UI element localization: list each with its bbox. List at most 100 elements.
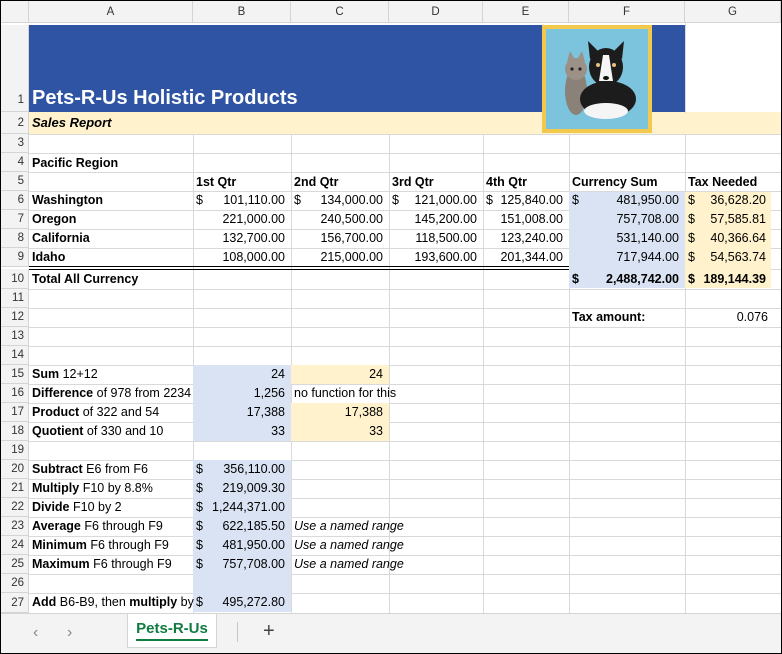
gridline-h (29, 153, 781, 154)
calc-label[interactable]: Quotient of 330 and 10 (29, 422, 166, 440)
value: 193,600.00 (414, 250, 477, 264)
value: 118,500.00 (415, 231, 477, 245)
state-name[interactable]: Idaho (29, 248, 68, 266)
row-header[interactable]: 17 (1, 403, 29, 422)
row-header[interactable]: 1 (1, 25, 29, 112)
row-header[interactable]: 18 (1, 422, 29, 441)
calc-label[interactable]: Maximum F6 through F9 (29, 555, 175, 573)
calc-label[interactable]: Difference of 978 from 2234 (29, 384, 194, 402)
row-header[interactable]: 6 (1, 191, 29, 210)
row-header[interactable]: 5 (1, 172, 29, 191)
calc-result-c[interactable]: 24 (291, 365, 389, 383)
dog-and-cat-icon (546, 29, 648, 129)
row-header[interactable]: 8 (1, 229, 29, 248)
calc-note[interactable]: Use a named range (291, 536, 407, 554)
value: 54,563.74 (710, 250, 766, 264)
row-header[interactable]: 12 (1, 308, 29, 327)
calc-note[interactable]: Use a named range (291, 517, 407, 535)
value: 121,000.00 (414, 193, 477, 207)
calc-label[interactable]: Average F6 through F9 (29, 517, 166, 535)
banner-subtitle[interactable]: Sales Report (29, 114, 114, 132)
chevron-left-icon[interactable]: ‹ (33, 624, 38, 642)
total-label[interactable]: Total All Currency (29, 270, 141, 288)
banner-title[interactable]: Pets-R-Us Holistic Products (29, 85, 301, 111)
chevron-right-icon[interactable]: › (67, 624, 72, 642)
calc-label[interactable]: Minimum F6 through F9 (29, 536, 172, 554)
header-tax-needed[interactable]: Tax Needed (685, 173, 760, 191)
pet-photo[interactable] (542, 25, 652, 133)
column-header-b[interactable]: B (193, 1, 291, 23)
calc-label-row27[interactable]: Add B6-B9, then multiply by (29, 593, 197, 611)
calc-desc: by (177, 595, 194, 609)
row-header[interactable]: 23 (1, 517, 29, 536)
state-name[interactable]: Washington (29, 191, 106, 209)
header-currency-sum[interactable]: Currency Sum (569, 173, 660, 191)
row-header[interactable]: 11 (1, 289, 29, 308)
column-header-f[interactable]: F (569, 1, 685, 23)
region-label[interactable]: Pacific Region (29, 154, 121, 172)
row-header[interactable]: 9 (1, 248, 29, 267)
row-header[interactable]: 16 (1, 384, 29, 403)
calc-desc: F6 through F9 (89, 557, 172, 571)
header-q3[interactable]: 3rd Qtr (389, 173, 437, 191)
row-header[interactable]: 3 (1, 134, 29, 153)
dollar-sign: $ (196, 519, 203, 533)
row-header[interactable]: 4 (1, 153, 29, 172)
calc-label[interactable]: Divide F10 by 2 (29, 498, 125, 516)
column-header-d[interactable]: D (389, 1, 483, 23)
tax-amount-label[interactable]: Tax amount: (569, 308, 648, 326)
state-label: California (32, 231, 90, 245)
calc-result-b[interactable]: 24 (193, 365, 291, 383)
gridline-h (29, 441, 781, 442)
header-q2[interactable]: 2nd Qtr (291, 173, 341, 191)
dollar-sign: $ (294, 193, 301, 207)
row-header[interactable]: 14 (1, 346, 29, 365)
header-q4[interactable]: 4th Qtr (483, 173, 530, 191)
row-header[interactable]: 26 (1, 574, 29, 593)
header-q1[interactable]: 1st Qtr (193, 173, 239, 191)
tax-amount-value[interactable]: 0.076 (685, 308, 771, 326)
gridline-h (29, 308, 781, 309)
row-header[interactable]: 27 (1, 593, 29, 613)
calc-note[interactable]: Use a named range (291, 555, 407, 573)
value: 481,950.00 (616, 193, 679, 207)
calc-label[interactable]: Subtract E6 from F6 (29, 460, 151, 478)
row-header[interactable]: 7 (1, 210, 29, 229)
dollar-sign: $ (196, 462, 203, 476)
row-header[interactable]: 24 (1, 536, 29, 555)
calc-result-c[interactable]: no function for this (291, 384, 396, 402)
dollar-sign: $ (196, 193, 203, 207)
column-header-a[interactable]: A (29, 1, 193, 23)
value: 101,110.00 (223, 193, 285, 207)
row-header[interactable]: 10 (1, 269, 29, 289)
row-header[interactable]: 20 (1, 460, 29, 479)
calc-result-b[interactable]: 1,256 (193, 384, 291, 402)
column-header-e[interactable]: E (483, 1, 569, 23)
state-name[interactable]: Oregon (29, 210, 79, 228)
column-header-c[interactable]: C (291, 1, 389, 23)
calc-label[interactable]: Multiply F10 by 8.8% (29, 479, 156, 497)
row-header[interactable]: 2 (1, 112, 29, 134)
row-header[interactable]: 21 (1, 479, 29, 498)
column-header-g[interactable]: G (685, 1, 781, 23)
tab-pets-r-us[interactable]: Pets-R-Us (127, 614, 217, 648)
calc-result-b[interactable]: 17,388 (193, 403, 291, 421)
calc-op: Subtract (32, 462, 83, 476)
state-name[interactable]: California (29, 229, 93, 247)
calc-op: Quotient (32, 424, 84, 438)
calc-result-b[interactable]: 33 (193, 422, 291, 440)
select-all-corner[interactable] (1, 1, 29, 23)
calc-label[interactable]: Product of 322 and 54 (29, 403, 162, 421)
calc-label[interactable]: Sum 12+12 (29, 365, 101, 383)
calc-result-c[interactable]: 33 (291, 422, 389, 440)
add-sheet-icon[interactable]: + (263, 620, 275, 643)
calc-result-c[interactable]: 17,388 (291, 403, 389, 421)
row-header[interactable]: 15 (1, 365, 29, 384)
row-header[interactable]: 25 (1, 555, 29, 574)
tab-divider (237, 622, 238, 642)
row-header[interactable]: 19 (1, 441, 29, 460)
row-header[interactable]: 22 (1, 498, 29, 517)
state-label: Oregon (32, 212, 77, 226)
gridline-h (29, 289, 781, 290)
row-header[interactable]: 13 (1, 327, 29, 346)
